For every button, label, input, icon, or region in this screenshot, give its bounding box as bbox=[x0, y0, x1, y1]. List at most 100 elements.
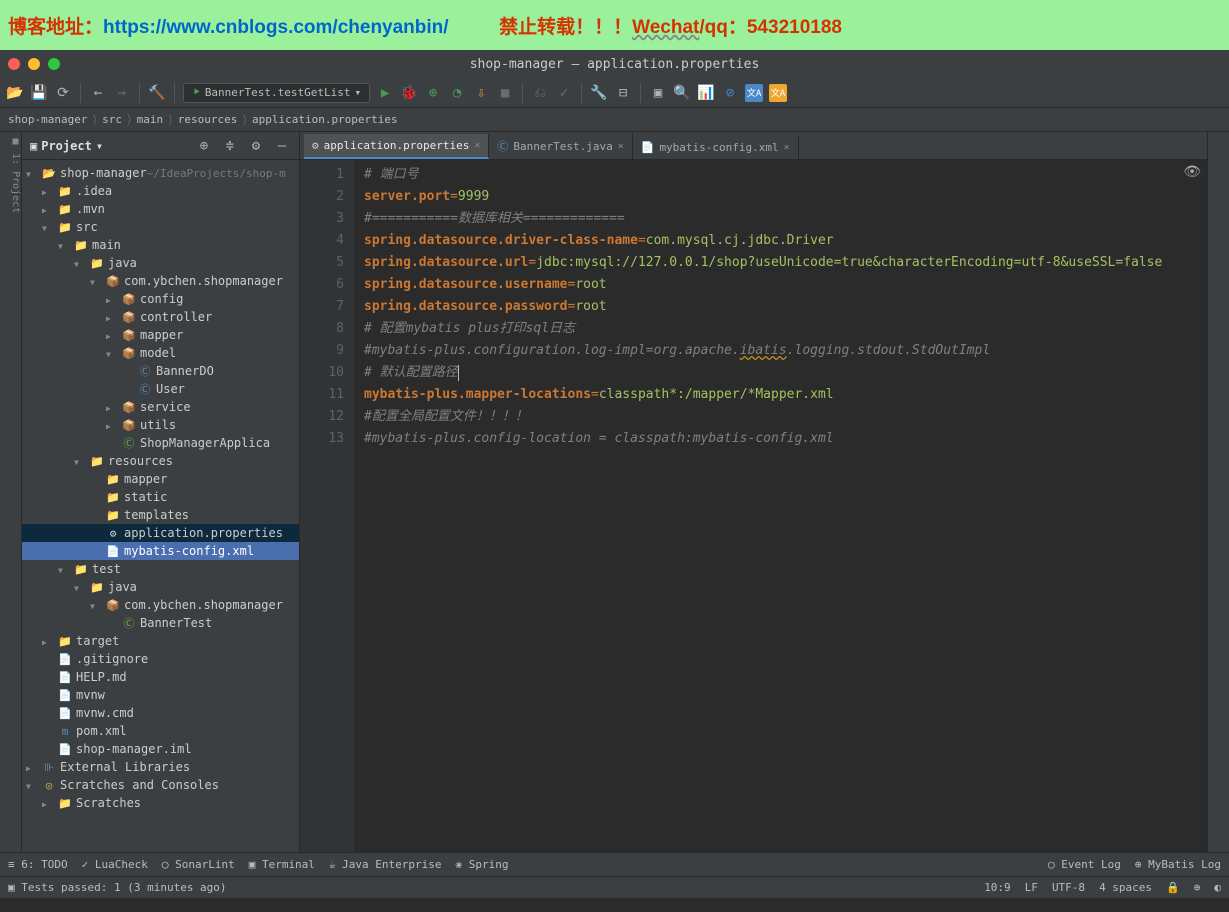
stop-icon[interactable]: ■ bbox=[496, 84, 514, 102]
tool-window-tab[interactable]: ⊕ MyBatis Log bbox=[1135, 858, 1221, 871]
tree-item[interactable]: 📁templates bbox=[22, 506, 299, 524]
tree-item[interactable]: 📁static bbox=[22, 488, 299, 506]
tree-item[interactable]: ⒸBannerTest bbox=[22, 614, 299, 632]
tree-item[interactable]: 📦config bbox=[22, 290, 299, 308]
hide-icon[interactable]: — bbox=[273, 137, 291, 155]
translate2-icon[interactable]: 文A bbox=[769, 84, 787, 102]
left-tool-rail[interactable]: ■ 1: Project ⊡ 7: Structure ★ 2: Favorit… bbox=[0, 132, 22, 852]
tree-item[interactable]: 📦controller bbox=[22, 308, 299, 326]
right-tool-rail[interactable] bbox=[1207, 132, 1229, 852]
tree-item[interactable]: 📄mybatis-config.xml bbox=[22, 542, 299, 560]
search-icon[interactable]: 🔍 bbox=[673, 84, 691, 102]
status-cell[interactable]: 4 spaces bbox=[1099, 881, 1152, 894]
tree-item[interactable]: mpom.xml bbox=[22, 722, 299, 740]
settings-icon[interactable]: ⊟ bbox=[614, 84, 632, 102]
status-cell[interactable]: LF bbox=[1025, 881, 1038, 894]
code-content[interactable]: # 端口号server.port=9999#===========数据库相关==… bbox=[354, 160, 1172, 852]
code-editor[interactable]: 👁 12345678910111213 # 端口号server.port=999… bbox=[300, 160, 1207, 852]
tree-item[interactable]: 📁target bbox=[22, 632, 299, 650]
open-icon[interactable]: 📂 bbox=[6, 84, 24, 102]
editor-tab[interactable]: ⒸBannerTest.java× bbox=[489, 133, 632, 159]
breadcrumb-item[interactable]: shop-manager bbox=[8, 113, 102, 126]
tree-item[interactable]: ◎Scratches and Consoles bbox=[22, 776, 299, 794]
status-cell[interactable]: 🔒 bbox=[1166, 881, 1180, 894]
close-tab-icon[interactable]: × bbox=[618, 141, 624, 152]
project-tool-tab[interactable]: ■ 1: Project bbox=[10, 136, 21, 848]
tree-item[interactable]: 📦mapper bbox=[22, 326, 299, 344]
run-config-selector[interactable]: ⯈BannerTest.testGetList▾ bbox=[183, 83, 370, 103]
tree-item[interactable]: ⒸShopManagerApplica bbox=[22, 434, 299, 452]
commit-icon[interactable]: ✓ bbox=[555, 84, 573, 102]
window-traffic-lights[interactable] bbox=[8, 58, 60, 70]
translate-icon[interactable]: 文A bbox=[745, 84, 763, 102]
breadcrumb-item[interactable]: resources bbox=[178, 113, 252, 126]
tree-item[interactable]: ⒸBannerDO bbox=[22, 362, 299, 380]
build-icon[interactable]: 🔨 bbox=[148, 84, 166, 102]
tree-item[interactable]: 📂shop-manager ~/IdeaProjects/shop-m bbox=[22, 164, 299, 182]
maximize-window-icon[interactable] bbox=[48, 58, 60, 70]
breadcrumb-item[interactable]: main bbox=[137, 113, 178, 126]
tool-window-tab[interactable]: ✓ LuaCheck bbox=[82, 858, 148, 871]
close-tab-icon[interactable]: × bbox=[474, 140, 480, 151]
tree-item[interactable]: 📄shop-manager.iml bbox=[22, 740, 299, 758]
tree-item[interactable]: 📁test bbox=[22, 560, 299, 578]
tree-item[interactable]: 📦utils bbox=[22, 416, 299, 434]
tree-item[interactable]: ⊪External Libraries bbox=[22, 758, 299, 776]
close-tab-icon[interactable]: × bbox=[784, 142, 790, 153]
wrench-icon[interactable]: 🔧 bbox=[590, 84, 608, 102]
status-cell[interactable]: UTF-8 bbox=[1052, 881, 1085, 894]
save-icon[interactable]: 💾 bbox=[30, 84, 48, 102]
tree-item[interactable]: 📄HELP.md bbox=[22, 668, 299, 686]
breadcrumb-item[interactable]: src bbox=[102, 113, 137, 126]
profile-icon[interactable]: ◔ bbox=[448, 84, 466, 102]
status-cell[interactable]: ◐ bbox=[1214, 881, 1221, 894]
select-opened-icon[interactable]: ⊕ bbox=[195, 137, 213, 155]
tree-item[interactable]: 📁.idea bbox=[22, 182, 299, 200]
status-cell[interactable]: ⊕ bbox=[1194, 881, 1201, 894]
tool-window-tab[interactable]: ▣ Terminal bbox=[249, 858, 315, 871]
tree-item[interactable]: 📦com.ybchen.shopmanager bbox=[22, 272, 299, 290]
vcs-icon[interactable]: ⎌ bbox=[531, 84, 549, 102]
close-window-icon[interactable] bbox=[8, 58, 20, 70]
editor-tab[interactable]: ⚙application.properties× bbox=[304, 134, 489, 159]
tool-window-tab[interactable]: ◯ SonarLint bbox=[162, 858, 235, 871]
tree-item[interactable]: 📦com.ybchen.shopmanager bbox=[22, 596, 299, 614]
avatar-icon[interactable]: ▣ bbox=[649, 84, 667, 102]
tool-window-tab[interactable]: ❀ Spring bbox=[456, 858, 509, 871]
forward-icon[interactable]: → bbox=[113, 84, 131, 102]
coverage-icon[interactable]: ⊕ bbox=[424, 84, 442, 102]
status-cell[interactable]: 10:9 bbox=[984, 881, 1011, 894]
project-view-selector[interactable]: ▣ Project ▾ bbox=[30, 139, 103, 153]
tree-item[interactable]: 📁java bbox=[22, 578, 299, 596]
tree-item[interactable]: 📁main bbox=[22, 236, 299, 254]
expand-all-icon[interactable]: ≑ bbox=[221, 137, 239, 155]
refresh-icon[interactable]: ⟳ bbox=[54, 84, 72, 102]
minimize-window-icon[interactable] bbox=[28, 58, 40, 70]
shield-icon[interactable]: ⊘ bbox=[721, 84, 739, 102]
tree-item[interactable]: 📁.mvn bbox=[22, 200, 299, 218]
tree-item[interactable]: 📄mvnw.cmd bbox=[22, 704, 299, 722]
attach-icon[interactable]: ⇩ bbox=[472, 84, 490, 102]
tree-item[interactable]: 📁resources bbox=[22, 452, 299, 470]
tree-item[interactable]: 📁src bbox=[22, 218, 299, 236]
tree-item[interactable]: 📦service bbox=[22, 398, 299, 416]
breadcrumb-item[interactable]: application.properties bbox=[252, 113, 406, 126]
project-tree[interactable]: 📂shop-manager ~/IdeaProjects/shop-m📁.ide… bbox=[22, 160, 299, 852]
editor-tab[interactable]: 📄mybatis-config.xml× bbox=[633, 136, 799, 159]
tool-window-tab[interactable]: ◯ Event Log bbox=[1048, 858, 1121, 871]
tree-item[interactable]: ⚙application.properties bbox=[22, 524, 299, 542]
tree-item[interactable]: 📄.gitignore bbox=[22, 650, 299, 668]
tree-item[interactable]: 📦model bbox=[22, 344, 299, 362]
tool-window-tab[interactable]: ≡ 6: TODO bbox=[8, 858, 68, 871]
tool-window-tab[interactable]: ☕ Java Enterprise bbox=[329, 858, 442, 871]
debug-icon[interactable]: 🐞 bbox=[400, 84, 418, 102]
tree-item[interactable]: 📁java bbox=[22, 254, 299, 272]
run-icon[interactable]: ▶ bbox=[376, 84, 394, 102]
tree-item[interactable]: 📁mapper bbox=[22, 470, 299, 488]
inspections-icon[interactable]: 👁 bbox=[1183, 164, 1201, 180]
tree-item[interactable]: 📁Scratches bbox=[22, 794, 299, 812]
tree-item[interactable]: 📄mvnw bbox=[22, 686, 299, 704]
back-icon[interactable]: ← bbox=[89, 84, 107, 102]
gear-icon[interactable]: ⚙ bbox=[247, 137, 265, 155]
pulse-icon[interactable]: 📊 bbox=[697, 84, 715, 102]
